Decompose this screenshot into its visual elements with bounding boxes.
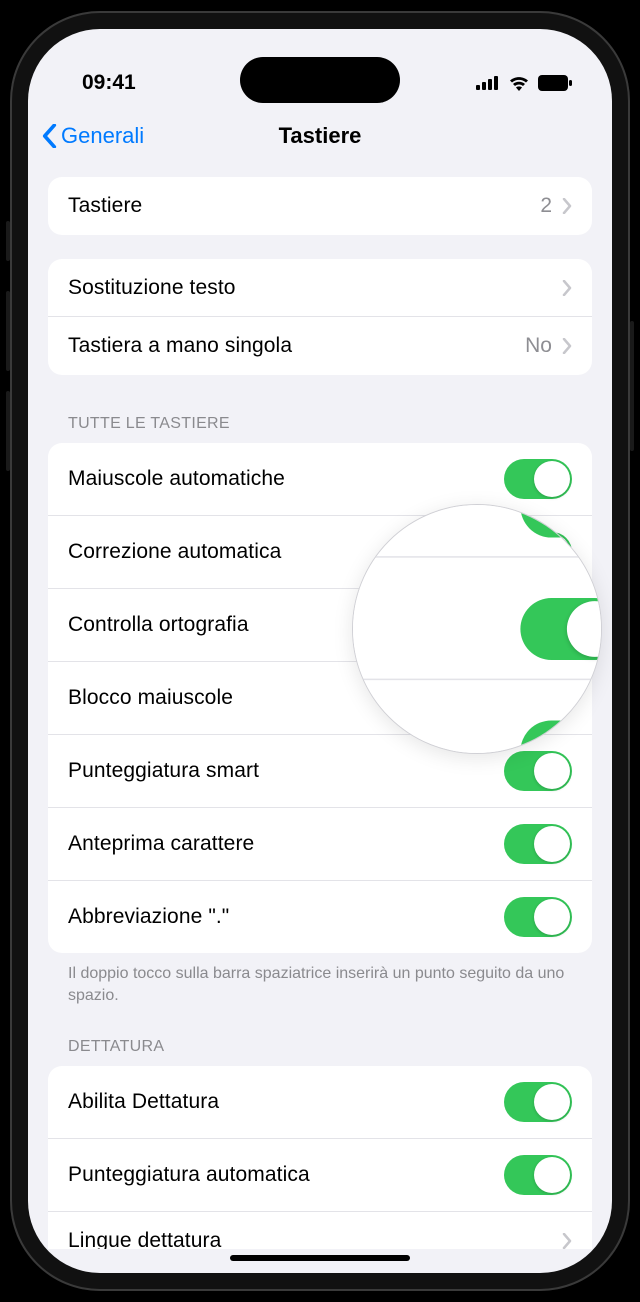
- keyboards-row[interactable]: Tastiere 2: [48, 177, 592, 235]
- period-shortcut-toggle[interactable]: [504, 897, 572, 937]
- row-tail: [562, 280, 572, 296]
- battery-icon: [538, 75, 572, 91]
- group-dictation: Abilita Dettatura Punteggiatura automati…: [48, 1066, 592, 1249]
- row-label: Tastiere: [68, 194, 142, 218]
- enable-dictation-row: Abilita Dettatura: [48, 1066, 592, 1139]
- dynamic-island: [240, 57, 400, 103]
- row-label: Tastiera a mano singola: [68, 334, 292, 358]
- section-header-dictation: DETTATURA: [48, 1038, 592, 1056]
- status-time: 09:41: [82, 71, 136, 95]
- magnifier-overlay: [352, 504, 602, 754]
- row-tail: No: [525, 334, 572, 358]
- row-tail: [562, 1233, 572, 1249]
- section-footer-all-keyboards: Il doppio tocco sulla barra spaziatrice …: [48, 953, 592, 1006]
- text-replacement-row[interactable]: Sostituzione testo: [48, 259, 592, 317]
- row-label: Maiuscole automatiche: [68, 467, 285, 491]
- smart-punctuation-toggle[interactable]: [504, 751, 572, 791]
- row-tail: 2: [540, 194, 572, 218]
- period-shortcut-row: Abbreviazione ".": [48, 881, 592, 953]
- row-label: Punteggiatura automatica: [68, 1163, 310, 1187]
- row-label: Abilita Dettatura: [68, 1090, 219, 1114]
- keyboards-count: 2: [540, 194, 552, 218]
- side-button: [6, 291, 10, 371]
- group-text-options: Sostituzione testo Tastiera a mano singo…: [48, 259, 592, 375]
- back-button[interactable]: Generali: [42, 123, 144, 149]
- auto-punctuation-row: Punteggiatura automatica: [48, 1139, 592, 1212]
- row-label: Punteggiatura smart: [68, 759, 259, 783]
- wifi-icon: [508, 75, 530, 91]
- side-button: [6, 391, 10, 471]
- auto-punctuation-toggle[interactable]: [504, 1155, 572, 1195]
- cellular-icon: [476, 76, 500, 90]
- nav-bar: Generali Tastiere: [28, 109, 612, 165]
- section-header-all-keyboards: TUTTE LE TASTIERE: [48, 415, 592, 433]
- row-label: Correzione automatica: [68, 540, 281, 564]
- row-label: Anteprima carattere: [68, 832, 254, 856]
- magnified-toggle: [520, 598, 602, 660]
- group-keyboards: Tastiere 2: [48, 177, 592, 235]
- row-label: Abbreviazione ".": [68, 905, 229, 929]
- page-title: Tastiere: [279, 123, 362, 149]
- auto-capitalization-toggle[interactable]: [504, 459, 572, 499]
- phone-frame: 09:41 Generali Tastiere Tastiere 2: [10, 11, 630, 1291]
- back-label: Generali: [61, 123, 144, 149]
- screen: 09:41 Generali Tastiere Tastiere 2: [28, 29, 612, 1273]
- chevron-right-icon: [562, 338, 572, 354]
- status-icons: [476, 75, 572, 91]
- chevron-right-icon: [562, 280, 572, 296]
- magnified-toggle: [520, 504, 602, 538]
- row-label: Lingue dettatura: [68, 1229, 221, 1249]
- chevron-left-icon: [42, 124, 57, 148]
- row-label: Blocco maiuscole: [68, 686, 233, 710]
- magnified-toggle: [520, 720, 602, 754]
- enable-dictation-toggle[interactable]: [504, 1082, 572, 1122]
- row-label: Controlla ortografia: [68, 613, 249, 637]
- side-button: [630, 321, 634, 451]
- chevron-right-icon: [562, 1233, 572, 1249]
- one-handed-keyboard-row[interactable]: Tastiera a mano singola No: [48, 317, 592, 375]
- magnifier-content: [352, 504, 602, 754]
- character-preview-toggle[interactable]: [504, 824, 572, 864]
- chevron-right-icon: [562, 198, 572, 214]
- home-indicator[interactable]: [230, 1255, 410, 1261]
- one-handed-value: No: [525, 334, 552, 358]
- row-label: Sostituzione testo: [68, 276, 236, 300]
- side-button: [6, 221, 10, 261]
- character-preview-row: Anteprima carattere: [48, 808, 592, 881]
- dictation-languages-row[interactable]: Lingue dettatura: [48, 1212, 592, 1249]
